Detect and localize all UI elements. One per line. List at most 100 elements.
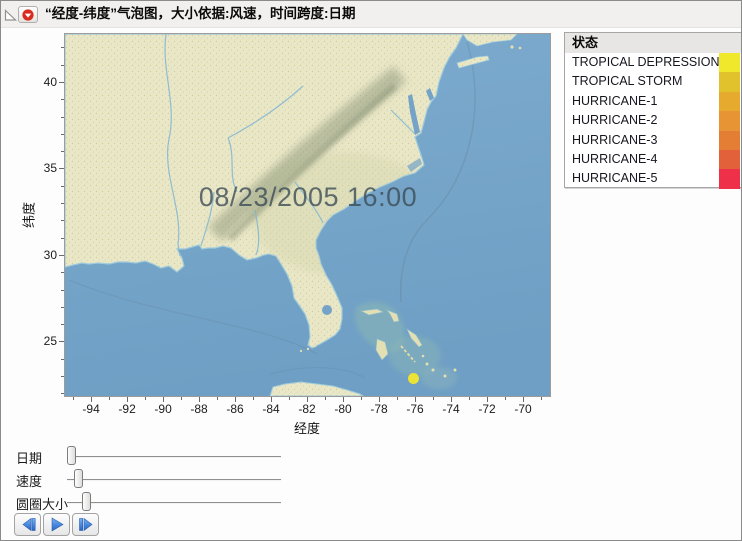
x-tick-label: -88 [190, 402, 207, 416]
x-tick-label: -86 [226, 402, 243, 416]
y-tick [61, 151, 64, 152]
y-tick [59, 168, 64, 169]
slider-row-1: 速度 [1, 468, 301, 491]
x-tick [325, 397, 326, 400]
slider-thumb[interactable] [67, 446, 76, 465]
legend-entry-label: HURRICANE-1 [572, 94, 657, 108]
play-icon [45, 514, 69, 535]
x-axis-title: 经度 [294, 418, 320, 437]
x-tick [289, 397, 290, 400]
slider-track[interactable] [67, 502, 281, 504]
y-tick [59, 82, 64, 83]
x-tick-label: -94 [82, 402, 99, 416]
map-plot-frame[interactable] [64, 33, 551, 397]
legend-color-swatch [719, 72, 740, 91]
x-tick [181, 397, 182, 400]
slider-thumb[interactable] [82, 492, 91, 511]
y-tick [61, 203, 64, 204]
map-image [65, 34, 550, 396]
red-triangle-menu-button[interactable] [18, 6, 38, 23]
y-tick [61, 290, 64, 291]
slider-row-2: 圆圈大小 [1, 491, 301, 514]
jmp-bubble-plot-window: “经度-纬度”气泡图，大小依据:风速，时间跨度:日期 [0, 0, 742, 541]
legend-entry-label: HURRICANE-2 [572, 113, 657, 127]
legend-color-swatch [719, 92, 740, 111]
y-tick [61, 99, 64, 100]
y-tick [61, 376, 64, 377]
x-tick [433, 397, 434, 400]
x-tick-label: -90 [154, 402, 171, 416]
slider-thumb[interactable] [74, 469, 83, 488]
legend-entry[interactable]: HURRICANE-1 [565, 92, 741, 111]
disclosure-open-icon[interactable] [4, 8, 17, 21]
bubble-point[interactable] [408, 373, 419, 384]
legend-entry-label: HURRICANE-3 [572, 133, 657, 147]
slider-track[interactable] [67, 479, 281, 481]
report-title-bar: “经度-纬度”气泡图，大小依据:风速，时间跨度:日期 [1, 1, 741, 28]
x-tick-label: -70 [514, 402, 531, 416]
x-tick-label: -78 [370, 402, 387, 416]
y-tick [61, 324, 64, 325]
y-tick [59, 341, 64, 342]
slider-track[interactable] [67, 456, 281, 458]
x-tick-label: -74 [442, 402, 459, 416]
slider-row-0: 日期 [1, 445, 301, 468]
legend-entry[interactable]: HURRICANE-4 [565, 150, 741, 169]
y-tick [61, 65, 64, 66]
x-tick [253, 397, 254, 400]
x-tick-label: -82 [298, 402, 315, 416]
legend-entry-label: HURRICANE-5 [572, 171, 657, 185]
y-tick-label: 40 [27, 75, 57, 89]
x-tick [505, 397, 506, 400]
legend-entry-label: TROPICAL DEPRESSION [572, 55, 720, 69]
x-tick-label: -92 [118, 402, 135, 416]
slider-label: 速度 [16, 471, 42, 490]
y-tick [61, 134, 64, 135]
y-tick [61, 393, 64, 394]
step-backward-icon [16, 514, 40, 535]
legend-entry[interactable]: HURRICANE-3 [565, 131, 741, 150]
x-tick-label: -80 [334, 402, 351, 416]
legend-entry[interactable]: TROPICAL STORM [565, 72, 741, 91]
legend: 状态 TROPICAL DEPRESSION TROPICAL STORM HURR… [564, 32, 742, 188]
y-tick [61, 307, 64, 308]
y-tick-label: 35 [27, 161, 57, 175]
legend-entry-label: TROPICAL STORM [572, 74, 682, 88]
legend-title: 状态 [565, 33, 741, 53]
y-tick [61, 47, 64, 48]
legend-color-swatch [719, 169, 740, 188]
y-tick-label: 25 [27, 334, 57, 348]
x-tick-label: -76 [406, 402, 423, 416]
x-tick-label: -84 [262, 402, 279, 416]
legend-entry[interactable]: HURRICANE-2 [565, 111, 741, 130]
x-tick [145, 397, 146, 400]
page-title: “经度-纬度”气泡图，大小依据:风速，时间跨度:日期 [45, 1, 356, 27]
x-tick [217, 397, 218, 400]
play-button[interactable] [43, 513, 70, 536]
y-tick [61, 117, 64, 118]
legend-color-swatch [719, 111, 740, 130]
y-tick [61, 238, 64, 239]
x-tick-label: -72 [478, 402, 495, 416]
step-forward-icon [74, 514, 98, 535]
y-tick [59, 255, 64, 256]
y-axis-title: 纬度 [19, 202, 38, 228]
y-tick-label: 30 [27, 248, 57, 262]
x-tick [109, 397, 110, 400]
slider-label: 圆圈大小 [16, 494, 68, 513]
x-tick [469, 397, 470, 400]
time-indicator: 08/23/2005 16:00 [199, 182, 417, 213]
x-tick [397, 397, 398, 400]
x-tick [541, 397, 542, 400]
y-tick [61, 186, 64, 187]
legend-entry[interactable]: HURRICANE-5 [565, 169, 741, 188]
step-backward-button[interactable] [14, 513, 41, 536]
y-tick [61, 359, 64, 360]
slider-label: 日期 [16, 448, 42, 467]
step-forward-button[interactable] [72, 513, 99, 536]
legend-color-swatch [719, 131, 740, 150]
x-tick [73, 397, 74, 400]
x-tick [361, 397, 362, 400]
legend-color-swatch [719, 53, 740, 72]
legend-entry[interactable]: TROPICAL DEPRESSION [565, 53, 741, 72]
